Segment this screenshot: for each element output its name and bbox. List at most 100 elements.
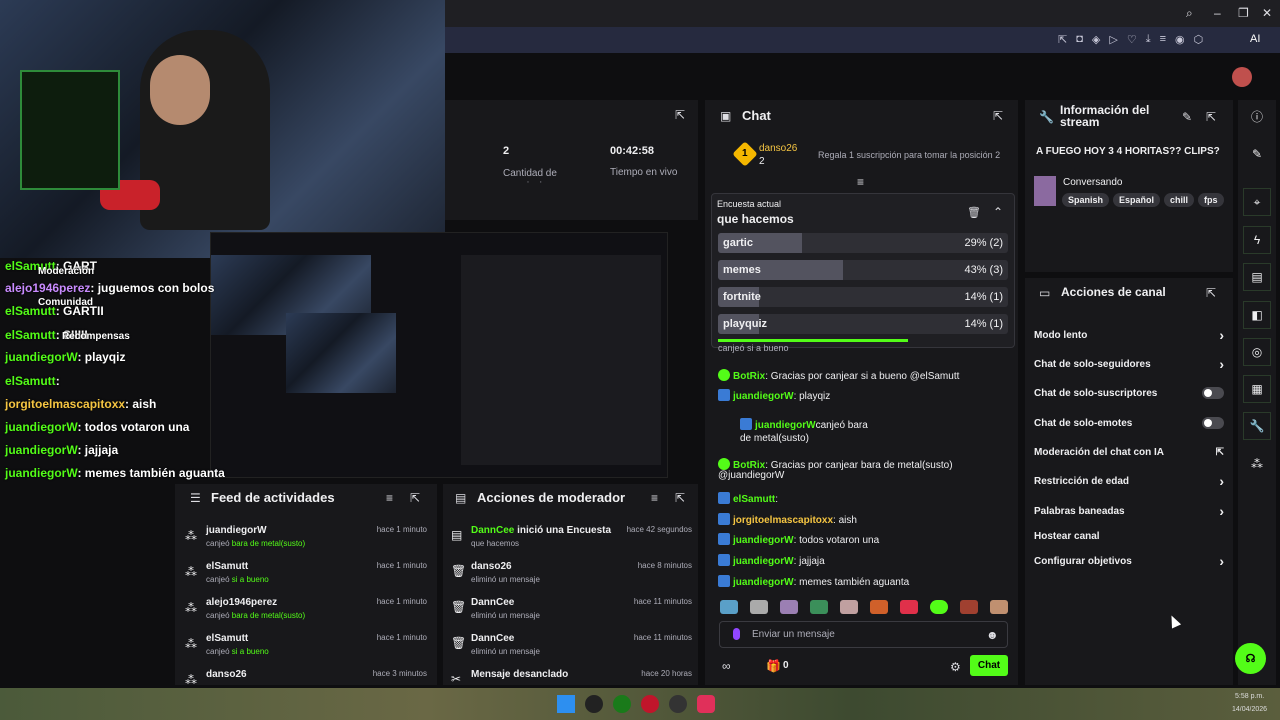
opera-icon[interactable] — [641, 695, 659, 713]
xbox-icon[interactable] — [613, 695, 631, 713]
emote-icon[interactable] — [960, 600, 978, 614]
moderator-username[interactable]: DannCee — [471, 633, 514, 644]
emoji-icon[interactable]: ☻ — [986, 628, 999, 642]
emote-icon[interactable] — [900, 600, 918, 614]
shield-icon[interactable]: ◈ — [1092, 33, 1100, 46]
moderator-username[interactable]: DannCee — [471, 597, 514, 608]
toggle-switch[interactable] — [1202, 387, 1224, 399]
expand-icon[interactable]: ⇱ — [1206, 286, 1216, 300]
chat-username[interactable]: jorgitoelmascapitoxx — [733, 515, 833, 526]
support-button[interactable]: ☊ — [1235, 643, 1266, 674]
filter-icon[interactable]: ≡ — [386, 491, 393, 505]
close-icon[interactable]: ✕ — [1262, 6, 1272, 20]
target-icon[interactable]: ⌖ — [1243, 188, 1271, 216]
chat-expand-icon[interactable]: ⇱ — [993, 109, 1003, 123]
emote-icon[interactable] — [810, 600, 828, 614]
chevron-right-icon[interactable]: › — [1219, 473, 1224, 489]
emote-icon[interactable] — [840, 600, 858, 614]
minimize-icon[interactable]: – — [1214, 6, 1221, 20]
emote-icon[interactable] — [930, 600, 948, 614]
wrench-icon[interactable]: 🔧 — [1243, 412, 1271, 440]
chevron-right-icon[interactable]: › — [1219, 503, 1224, 519]
emote-icon[interactable] — [780, 600, 798, 614]
obs-icon[interactable] — [669, 695, 687, 713]
gift-icon[interactable]: 🎁 — [766, 659, 781, 673]
emote-icon[interactable] — [720, 600, 738, 614]
channel-action-chat-de-solo-emotes[interactable]: Chat de solo-emotes — [1034, 411, 1224, 435]
mic-icon[interactable] — [733, 628, 740, 640]
menu-icon[interactable]: ≡ — [1160, 33, 1166, 46]
tag[interactable]: chill — [1164, 193, 1195, 207]
camera-icon[interactable]: ◘ — [1076, 33, 1083, 46]
channel-action-moderaci-n-del-chat-con-ia[interactable]: Moderación del chat con IA ⇱ — [1034, 440, 1224, 464]
broadcast-icon[interactable]: ◎ — [1243, 338, 1271, 366]
tag[interactable]: Spanish — [1062, 193, 1110, 207]
activity-username[interactable]: danso26 — [206, 669, 247, 680]
tag[interactable]: Español — [1113, 193, 1161, 207]
list-icon[interactable]: ▤ — [1243, 263, 1271, 291]
chat-bubble-icon[interactable]: ◧ — [1243, 301, 1271, 329]
search-icon[interactable]: ⌕ — [1186, 6, 1193, 21]
download-icon[interactable]: ⤓ — [1146, 33, 1151, 46]
channel-action-restricci-n-de-edad[interactable]: Restricción de edad › — [1034, 469, 1224, 493]
activity-username[interactable]: elSamutt — [206, 561, 248, 572]
collapse-icon[interactable]: ⌃ — [993, 205, 1003, 219]
search-icon[interactable] — [585, 695, 603, 713]
edit-icon[interactable]: ✎ — [1182, 110, 1192, 124]
category-name[interactable]: Conversando — [1063, 177, 1122, 188]
extension-icon[interactable]: ⬡ — [1194, 33, 1204, 46]
restore-icon[interactable]: ❐ — [1238, 6, 1249, 20]
chat-username[interactable]: juandiegorW — [733, 535, 794, 546]
channel-action-chat-de-solo-suscriptores[interactable]: Chat de solo-suscriptores — [1034, 381, 1224, 405]
chevron-right-icon[interactable]: › — [1219, 356, 1224, 372]
bolt-icon[interactable]: ϟ — [1243, 226, 1271, 254]
share-icon[interactable]: ⇱ — [1058, 33, 1067, 46]
channel-action-configurar-objetivos[interactable]: Configurar objetivos › — [1034, 549, 1224, 573]
moderator-username[interactable]: DannCee — [471, 525, 514, 536]
chevron-right-icon[interactable]: › — [1219, 553, 1224, 569]
expand-icon[interactable]: ⇱ — [675, 108, 685, 122]
toggle-switch[interactable] — [1202, 417, 1224, 429]
activity-username[interactable]: elSamutt — [206, 633, 248, 644]
emote-icon[interactable] — [750, 600, 768, 614]
trash-icon[interactable]: 🗑 — [967, 206, 981, 219]
emote-icon[interactable] — [870, 600, 888, 614]
gift-prompt[interactable]: Regala 1 suscripción para tomar la posic… — [818, 150, 1000, 160]
play-icon[interactable]: ▷ — [1109, 33, 1117, 46]
emote-icon[interactable] — [990, 600, 1008, 614]
pencil-icon[interactable]: ✎ — [1243, 140, 1271, 168]
channel-action-palabras-baneadas[interactable]: Palabras baneadas › — [1034, 499, 1224, 523]
moderator-username[interactable]: Mensaje desanclado — [471, 669, 568, 680]
activity-username[interactable]: juandiegorW — [206, 525, 267, 536]
filter-icon[interactable]: ≡ — [651, 491, 658, 505]
channel-action-modo-lento[interactable]: Modo lento › — [1034, 323, 1224, 347]
expand-icon[interactable]: ⇱ — [1206, 110, 1216, 124]
chat-username[interactable]: juandiegorW — [733, 577, 794, 588]
filter-icon[interactable]: ≡ — [857, 175, 864, 189]
chevron-right-icon[interactable]: › — [1219, 327, 1224, 343]
external-link-icon[interactable]: ⇱ — [1216, 447, 1224, 458]
panel-icon[interactable]: ▦ — [1243, 375, 1271, 403]
channel-action-hostear-canal[interactable]: Hostear canal — [1034, 524, 1224, 548]
community-icon[interactable]: ⁂ — [1243, 450, 1271, 478]
moderator-username[interactable]: danso26 — [471, 561, 512, 572]
windows-start-icon[interactable] — [557, 695, 575, 713]
expand-icon[interactable]: ⇱ — [675, 491, 685, 505]
community-icon[interactable]: ∞ — [722, 659, 731, 673]
chat-username[interactable]: BotRix — [733, 371, 765, 382]
send-chat-button[interactable]: Chat — [970, 655, 1008, 676]
chat-username[interactable]: juandiegorW — [733, 391, 794, 402]
ai-button[interactable]: AI — [1250, 33, 1260, 45]
tiktok-icon[interactable] — [697, 695, 715, 713]
chat-username[interactable]: juandiegorW — [733, 556, 794, 567]
settings-icon[interactable]: ⚙ — [950, 660, 961, 674]
chat-username[interactable]: juandiegorW — [755, 420, 816, 431]
top-gifter-name[interactable]: danso26 — [759, 143, 797, 154]
channel-action-chat-de-solo-seguidores[interactable]: Chat de solo-seguidores › — [1034, 352, 1224, 376]
tag[interactable]: fps — [1198, 193, 1224, 207]
info-icon[interactable]: ⓘ — [1243, 102, 1271, 130]
chat-username[interactable]: elSamutt — [733, 494, 775, 505]
avatar[interactable] — [1232, 67, 1252, 87]
expand-icon[interactable]: ⇱ — [410, 491, 420, 505]
heart-icon[interactable]: ♡ — [1127, 33, 1137, 46]
